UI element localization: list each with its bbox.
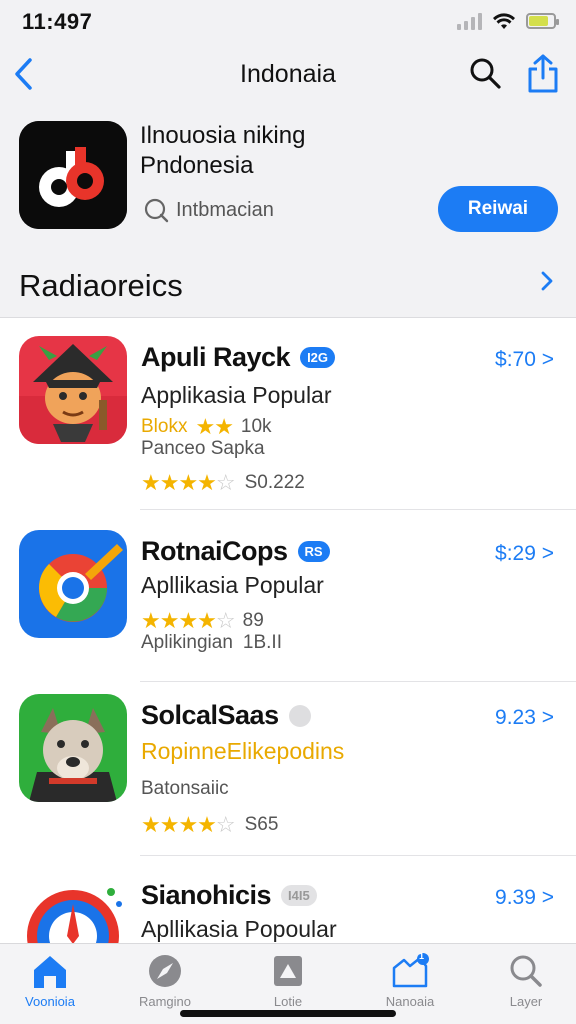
section-header[interactable]: Radiaoreics <box>0 248 576 318</box>
tab-nanoaia[interactable]: 1 Nanoaia <box>360 951 460 1009</box>
status-icons <box>457 12 559 30</box>
app-meta-line: Aplikingian 1B.II <box>141 632 282 653</box>
featured-app-title-line2: Pndonesia <box>140 152 254 179</box>
status-bar: 11:497 <box>0 0 576 44</box>
install-button[interactable]: Reiwai <box>438 186 558 232</box>
price-button[interactable]: $:70 > <box>495 348 554 372</box>
compass-icon <box>145 952 185 990</box>
game-icon <box>268 952 308 990</box>
app-badge: I4I5 <box>281 885 317 906</box>
app-rating-row: ★★★★☆ S0.222 <box>141 470 305 495</box>
app-rating-row: ★★★★☆ 89 <box>141 608 264 633</box>
signal-icon <box>457 12 482 30</box>
featured-app-title-line1: Ilnouosia niking <box>140 122 306 149</box>
chevron-right-icon[interactable] <box>540 268 554 299</box>
featured-app-icon[interactable] <box>19 121 127 229</box>
app-name: RotnaiCops RS <box>141 536 330 567</box>
app-name: Sianohicis I4I5 <box>141 880 317 911</box>
star-rating-icon: ★★★★☆ <box>141 608 236 633</box>
featured-logo-icon <box>19 121 127 229</box>
app-icon-rotnaicops[interactable] <box>19 530 127 638</box>
status-time: 11:497 <box>22 9 93 34</box>
apps-icon: 1 <box>390 951 430 990</box>
section-title: Radiaoreics <box>19 268 183 303</box>
star-rating-icon: ★★★★☆ <box>141 812 236 837</box>
search-button[interactable] <box>468 56 504 92</box>
app-subtitle: RopinneElikepodins <box>141 738 345 764</box>
divider <box>140 509 576 510</box>
warrior-character-icon <box>19 336 127 444</box>
battery-icon <box>526 13 559 29</box>
share-icon <box>528 54 558 93</box>
list-item[interactable]: RotnaiCops RS Apllikasia Popular ★★★★☆ 8… <box>0 512 576 682</box>
list-item[interactable]: SolcalSaas RopinneElikepodins Batonsaiic… <box>0 676 576 856</box>
app-name: SolcalSaas <box>141 700 311 731</box>
search-icon <box>506 952 546 990</box>
home-icon <box>30 952 70 990</box>
star-rating-icon: ★★ <box>195 414 233 439</box>
wifi-icon <box>493 13 515 29</box>
app-name: Apuli Rayck I2G <box>141 342 336 373</box>
share-button[interactable] <box>526 54 562 94</box>
price-button[interactable]: 9.39 > <box>495 886 554 910</box>
home-indicator[interactable] <box>180 1010 396 1017</box>
app-badge: RS <box>297 541 330 562</box>
tab-badge: 1 <box>419 951 425 961</box>
app-icon-solcalsaas[interactable] <box>19 694 127 802</box>
featured-app-header: Ilnouosia niking Pndonesia Intbmacian Re… <box>0 108 576 248</box>
tab-layer[interactable]: Layer <box>476 952 576 1009</box>
app-rating-row: ★★★★☆ S65 <box>141 812 279 837</box>
price-button[interactable]: 9.23 > <box>495 706 554 730</box>
dog-character-icon <box>19 694 127 802</box>
list-item[interactable]: Apuli Rayck I2G Applikasia Popular Blokx… <box>0 318 576 510</box>
app-subtitle: Apllikasia Popoular <box>141 916 337 942</box>
featured-app-subtitle: Intbmacian <box>142 196 274 224</box>
tab-lotie[interactable]: Lotie <box>238 952 338 1009</box>
status-dot-icon <box>288 704 311 727</box>
nav-bar: Indonaia <box>0 44 576 108</box>
browser-icon <box>19 530 127 638</box>
app-category: Panceo Sapka <box>141 438 265 459</box>
app-icon-apuli-rayck[interactable] <box>19 336 127 444</box>
app-subtitle: Applikasia Popular <box>141 382 332 408</box>
app-subtitle: Apllikasia Popular <box>141 572 324 598</box>
tab-home[interactable]: Voonioia <box>0 952 100 1009</box>
price-button[interactable]: $:29 > <box>495 542 554 566</box>
search-icon <box>470 58 501 89</box>
search-icon <box>144 198 169 223</box>
app-meta-line: Blokx ★★ 10k <box>141 414 272 439</box>
star-rating-icon: ★★★★☆ <box>141 470 236 495</box>
tab-ramgino[interactable]: Ramgino <box>115 952 215 1009</box>
featured-app-subtitle-text: Intbmacian <box>176 198 274 221</box>
app-meta-line: Batonsaiic <box>141 778 229 799</box>
app-badge: I2G <box>300 347 336 368</box>
